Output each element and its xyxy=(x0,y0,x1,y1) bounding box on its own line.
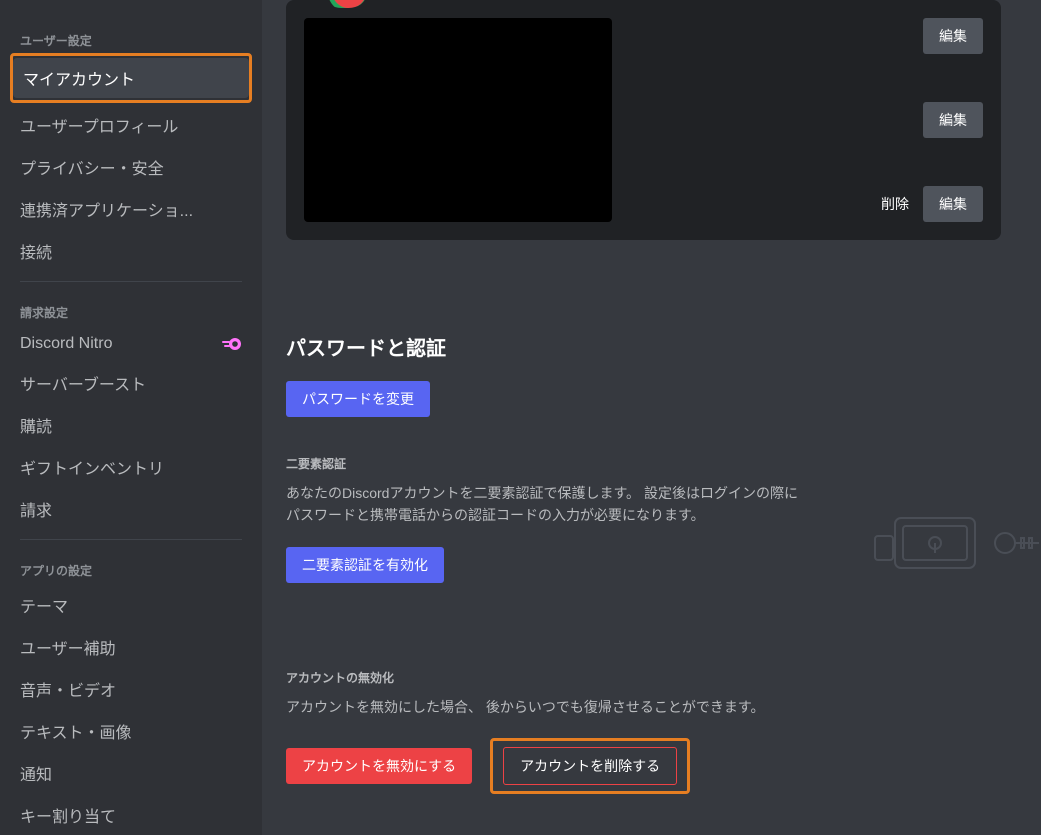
two-factor-label: 二要素認証 xyxy=(286,455,1001,472)
sidebar-item-user-profile[interactable]: ユーザープロフィール xyxy=(10,105,252,145)
sidebar-item-label: 連携済アプリケーショ... xyxy=(20,197,193,221)
sidebar-item-privacy-safety[interactable]: プライバシー・安全 xyxy=(10,147,252,187)
sidebar-header-app-settings: アプリの設定 xyxy=(10,550,252,583)
sidebar-item-voice-video[interactable]: 音声・ビデオ xyxy=(10,669,252,709)
sidebar-item-label: マイアカウント xyxy=(23,66,135,90)
sidebar-item-discord-nitro[interactable]: Discord Nitro xyxy=(10,327,252,361)
sidebar-item-authorized-apps[interactable]: 連携済アプリケーショ... xyxy=(10,189,252,229)
settings-sidebar: ユーザー設定 マイアカウント ユーザープロフィール プライバシー・安全 連携済ア… xyxy=(0,0,262,835)
security-illustration-icon xyxy=(865,496,1041,581)
disable-account-button[interactable]: アカウントを無効にする xyxy=(286,748,472,784)
edit-username-button[interactable]: 編集 xyxy=(923,18,983,54)
sidebar-item-my-account[interactable]: マイアカウント xyxy=(13,58,249,98)
sidebar-item-label: 通知 xyxy=(20,761,52,785)
account-disable-help-text: アカウントを無効にした場合、 後からいつでも復帰させることができます。 xyxy=(286,696,1001,718)
sidebar-header-user-settings: ユーザー設定 xyxy=(10,20,252,53)
delete-account-button[interactable]: アカウントを削除する xyxy=(503,747,677,785)
divider xyxy=(20,281,242,282)
sidebar-item-billing[interactable]: 請求 xyxy=(10,489,252,529)
sidebar-item-label: 請求 xyxy=(20,497,52,521)
edit-email-button[interactable]: 編集 xyxy=(923,102,983,138)
account-disable-label: アカウントの無効化 xyxy=(286,669,1001,686)
sidebar-item-label: キー割り当て xyxy=(20,803,116,827)
nitro-icon xyxy=(222,337,242,351)
sidebar-item-label: 接続 xyxy=(20,239,52,263)
password-auth-title: パスワードと認証 xyxy=(286,332,1001,361)
sidebar-item-label: サーバーブースト xyxy=(20,371,146,395)
two-factor-help-text: あなたのDiscordアカウントを二要素認証で保護します。 設定後はログインの際… xyxy=(286,482,806,527)
sidebar-item-connections[interactable]: 接続 xyxy=(10,231,252,271)
sidebar-item-keybinds[interactable]: キー割り当て xyxy=(10,795,252,835)
sidebar-item-accessibility[interactable]: ユーザー補助 xyxy=(10,627,252,667)
sidebar-item-server-boost[interactable]: サーバーブースト xyxy=(10,363,252,403)
account-removal-section: アカウントの無効化 アカウントを無効にした場合、 後からいつでも復帰させることが… xyxy=(286,669,1001,794)
sidebar-item-subscriptions[interactable]: 購読 xyxy=(10,405,252,445)
avatar-status-icon xyxy=(324,0,366,8)
sidebar-item-notifications[interactable]: 通知 xyxy=(10,753,252,793)
remove-phone-link[interactable]: 削除 xyxy=(881,194,909,214)
edit-phone-button[interactable]: 編集 xyxy=(923,186,983,222)
sidebar-item-label: ユーザープロフィール xyxy=(20,113,178,137)
profile-banner-preview xyxy=(304,18,612,222)
sidebar-item-theme[interactable]: テーマ xyxy=(10,585,252,625)
change-password-button[interactable]: パスワードを変更 xyxy=(286,381,430,417)
sidebar-item-label: ギフトインベントリ xyxy=(20,455,164,479)
main-content: 編集 編集 削除 編集 パスワードと認証 パスワードを変更 二要素認証 あなたの… xyxy=(262,0,1041,835)
sidebar-item-label: ユーザー補助 xyxy=(20,635,116,659)
account-card: 編集 編集 削除 編集 xyxy=(286,0,1001,240)
sidebar-item-label: テーマ xyxy=(20,593,68,617)
sidebar-item-text-images[interactable]: テキスト・画像 xyxy=(10,711,252,751)
divider xyxy=(20,539,242,540)
sidebar-item-label: 音声・ビデオ xyxy=(20,677,116,701)
sidebar-item-label: 購読 xyxy=(20,413,52,437)
sidebar-item-label: Discord Nitro xyxy=(20,335,112,353)
sidebar-item-gift-inventory[interactable]: ギフトインベントリ xyxy=(10,447,252,487)
sidebar-item-label: テキスト・画像 xyxy=(20,719,132,743)
sidebar-header-billing-settings: 請求設定 xyxy=(10,292,252,325)
enable-two-factor-button[interactable]: 二要素認証を有効化 xyxy=(286,547,444,583)
sidebar-item-label: プライバシー・安全 xyxy=(20,155,164,179)
